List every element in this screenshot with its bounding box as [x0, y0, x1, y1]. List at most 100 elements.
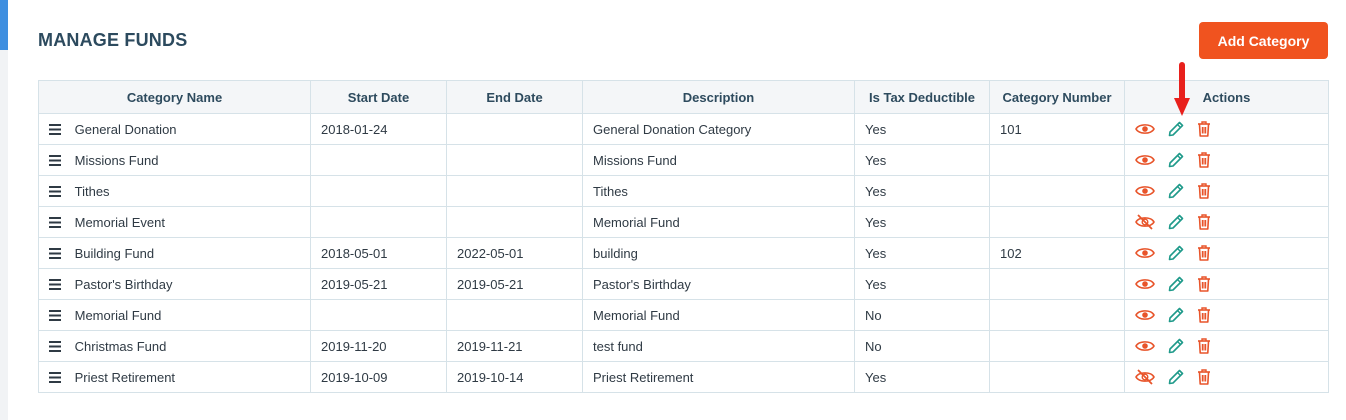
table-row[interactable]: Missions Fund Missions Fund Yes [38, 144, 1329, 176]
hamburger-icon[interactable] [49, 124, 61, 136]
hamburger-icon[interactable] [49, 217, 61, 229]
table-row[interactable]: General Donation 2018-01-24 General Dona… [38, 113, 1329, 145]
view-button[interactable] [1135, 184, 1155, 198]
view-button[interactable] [1135, 122, 1155, 136]
view-button[interactable] [1135, 153, 1155, 167]
pencil-icon [1168, 152, 1183, 168]
table-body: General Donation 2018-01-24 General Dona… [38, 113, 1329, 393]
category-name-cell: Pastor's Birthday [38, 268, 311, 300]
description-cell: building [582, 237, 855, 269]
delete-button[interactable] [1196, 244, 1212, 262]
start-date-cell [310, 299, 447, 331]
table-row[interactable]: Pastor's Birthday 2019-05-21 2019-05-21 … [38, 268, 1329, 300]
edit-button[interactable] [1167, 182, 1185, 200]
edit-button[interactable] [1167, 213, 1185, 231]
hamburger-icon[interactable] [49, 341, 61, 353]
edit-button[interactable] [1167, 120, 1185, 138]
trash-icon [1198, 121, 1211, 137]
table-row[interactable]: Memorial Event Memorial Fund Yes [38, 206, 1329, 238]
edit-button[interactable] [1167, 275, 1185, 293]
view-button[interactable] [1135, 277, 1155, 291]
column-header-is-tax-deductible[interactable]: Is Tax Deductible [854, 80, 990, 114]
column-header-description[interactable]: Description [582, 80, 855, 114]
start-date-cell: 2018-05-01 [310, 237, 447, 269]
hamburger-icon[interactable] [49, 372, 61, 384]
trash-icon [1198, 307, 1211, 323]
hamburger-icon[interactable] [49, 248, 61, 260]
table-row[interactable]: Tithes Tithes Yes [38, 175, 1329, 207]
column-header-end-date[interactable]: End Date [446, 80, 583, 114]
tax-deductible-cell: Yes [854, 206, 990, 238]
category-name-cell: Priest Retirement [38, 361, 311, 393]
tax-deductible-cell: Yes [854, 361, 990, 393]
hidden-toggle-button[interactable] [1135, 369, 1155, 385]
end-date-cell: 2019-05-21 [446, 268, 583, 300]
edit-button[interactable] [1167, 306, 1185, 324]
description-cell: Memorial Fund [582, 299, 855, 331]
table-row[interactable]: Priest Retirement 2019-10-09 2019-10-14 … [38, 361, 1329, 393]
eye-icon [1135, 186, 1155, 196]
category-name: Tithes [74, 184, 110, 200]
page-title: MANAGE FUNDS [38, 30, 188, 50]
eye-icon [1135, 155, 1155, 165]
category-name-cell: Missions Fund [38, 144, 311, 176]
table-row[interactable]: Memorial Fund Memorial Fund No [38, 299, 1329, 331]
edit-button[interactable] [1167, 244, 1185, 262]
column-header-actions: Actions [1124, 80, 1329, 114]
actions-cell [1124, 113, 1329, 145]
delete-button[interactable] [1196, 213, 1212, 231]
tax-deductible-cell: Yes [854, 268, 990, 300]
actions-cell [1124, 144, 1329, 176]
delete-button[interactable] [1196, 275, 1212, 293]
category-name: Priest Retirement [74, 370, 176, 386]
edit-button[interactable] [1167, 151, 1185, 169]
tax-deductible-cell: Yes [854, 113, 990, 145]
hamburger-icon[interactable] [49, 155, 61, 167]
actions-cell [1124, 175, 1329, 207]
category-number-cell [989, 175, 1125, 207]
description-cell: Pastor's Birthday [582, 268, 855, 300]
trash-icon [1198, 183, 1211, 199]
tax-deductible-cell: Yes [854, 175, 990, 207]
left-accent-strip [0, 0, 8, 50]
column-header-category-name[interactable]: Category Name [38, 80, 311, 114]
actions-cell [1124, 361, 1329, 393]
edit-button[interactable] [1167, 337, 1185, 355]
start-date-cell [310, 206, 447, 238]
manage-funds-panel: MANAGE FUNDS Add Category Category Name … [8, 0, 1346, 420]
hamburger-icon[interactable] [49, 310, 61, 322]
view-button[interactable] [1135, 339, 1155, 353]
start-date-cell [310, 175, 447, 207]
delete-button[interactable] [1196, 368, 1212, 386]
eye-slash-icon [1135, 214, 1155, 230]
add-category-button[interactable]: Add Category [1199, 22, 1328, 59]
delete-button[interactable] [1196, 306, 1212, 324]
start-date-cell: 2019-11-20 [310, 330, 447, 362]
trash-icon [1198, 152, 1211, 168]
view-button[interactable] [1135, 246, 1155, 260]
delete-button[interactable] [1196, 120, 1212, 138]
delete-button[interactable] [1196, 151, 1212, 169]
column-header-start-date[interactable]: Start Date [310, 80, 447, 114]
end-date-cell: 2022-05-01 [446, 237, 583, 269]
hamburger-icon[interactable] [49, 279, 61, 291]
category-name-cell: Memorial Event [38, 206, 311, 238]
column-header-category-number[interactable]: Category Number [989, 80, 1125, 114]
delete-button[interactable] [1196, 337, 1212, 355]
category-number-cell [989, 299, 1125, 331]
hidden-toggle-button[interactable] [1135, 214, 1155, 230]
red-arrow-indicator [1174, 62, 1190, 116]
hamburger-icon[interactable] [49, 186, 61, 198]
view-button[interactable] [1135, 308, 1155, 322]
actions-cell [1124, 237, 1329, 269]
actions-cell [1124, 330, 1329, 362]
category-name-cell: Christmas Fund [38, 330, 311, 362]
actions-cell [1124, 299, 1329, 331]
table-row[interactable]: Building Fund 2018-05-01 2022-05-01 buil… [38, 237, 1329, 269]
edit-button[interactable] [1167, 368, 1185, 386]
table-row[interactable]: Christmas Fund 2019-11-20 2019-11-21 tes… [38, 330, 1329, 362]
funds-table: Category Name Start Date End Date Descri… [38, 80, 1329, 393]
delete-button[interactable] [1196, 182, 1212, 200]
category-number-cell: 101 [989, 113, 1125, 145]
eye-icon [1135, 279, 1155, 289]
